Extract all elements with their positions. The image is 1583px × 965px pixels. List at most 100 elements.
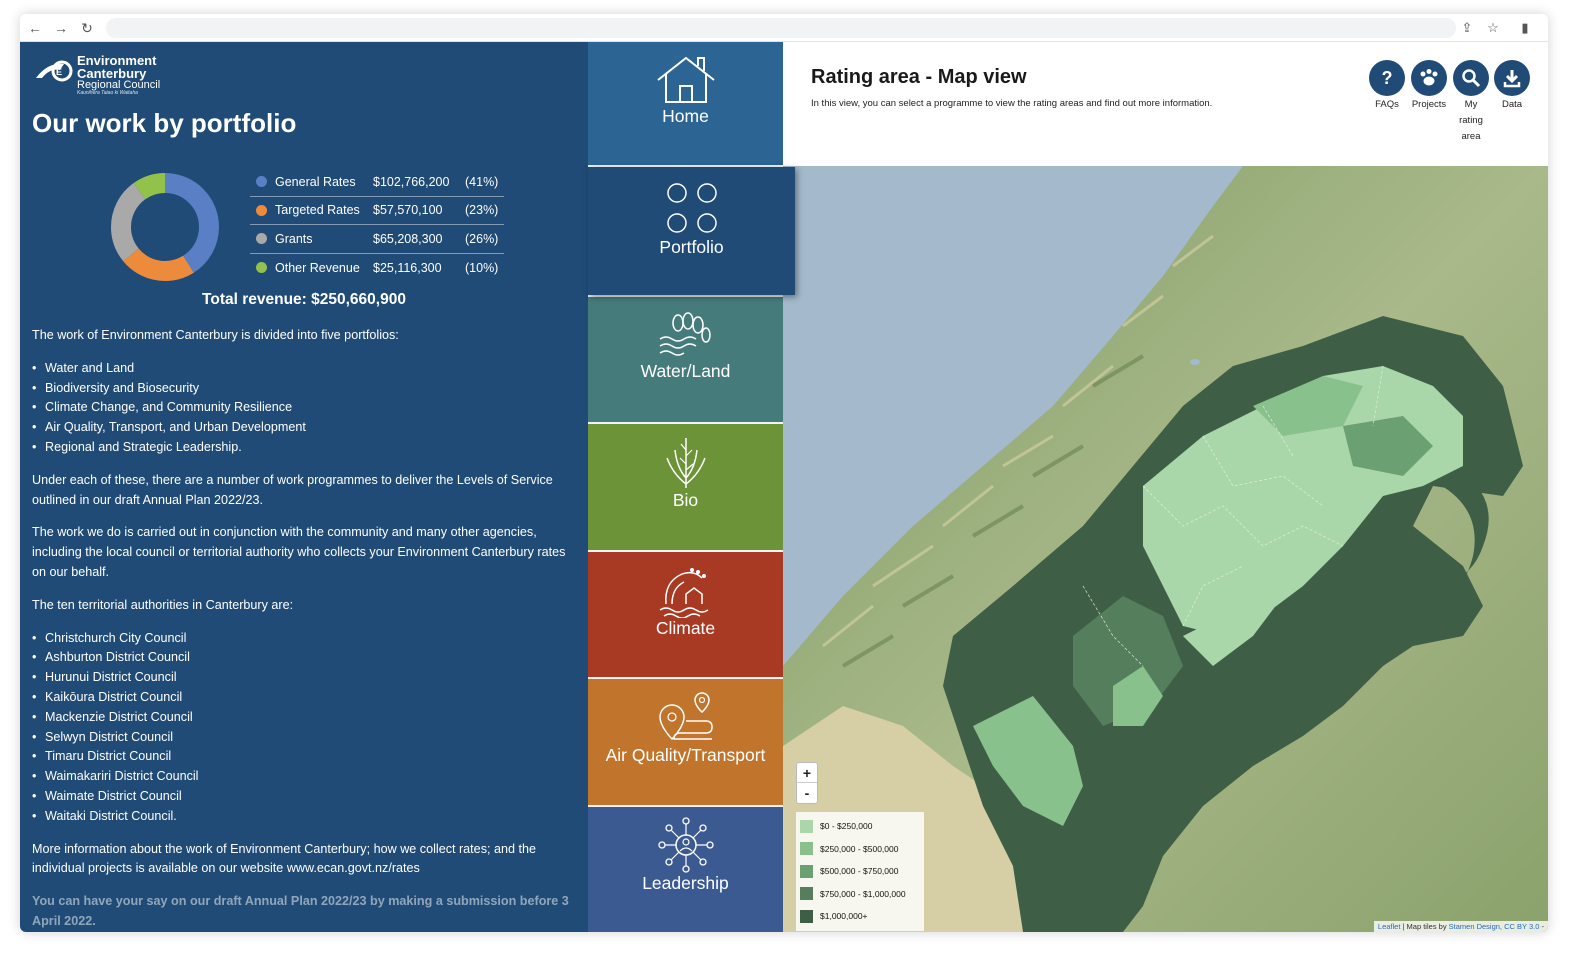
legend-label: $500,000 - $750,000 [820, 866, 899, 877]
portfolio-description: The work of Environment Canterbury is di… [32, 326, 577, 932]
legend-row-general-rates[interactable]: General Rates $102,766,200 (41%) [250, 168, 504, 197]
legend-percent: (26%) [465, 231, 499, 246]
plant-icon [665, 438, 706, 488]
map-attribution: Leaflet | Map tiles by Stamen Design, CC… [1373, 921, 1548, 932]
legend-item: $750,000 - $1,000,000 [800, 883, 920, 906]
button-label: My rating area [1459, 99, 1483, 142]
legend-row-targeted-rates[interactable]: Targeted Rates $57,570,100 (23%) [250, 197, 504, 225]
star-icon[interactable]: ☆ [1484, 19, 1502, 37]
legend-label: $0 - $250,000 [820, 821, 873, 832]
have-your-say-text: You can have your say on our draft Annua… [32, 894, 569, 928]
list-item: Waimate District Council [32, 787, 577, 807]
sidebar-toggle-icon[interactable]: ▮ [1516, 19, 1534, 37]
legend-label: $750,000 - $1,000,000 [820, 888, 906, 899]
legend-item: $500,000 - $750,000 [800, 860, 920, 883]
revenue-legend: General Rates $102,766,200 (41%) Targete… [250, 168, 504, 282]
council-list: Christchurch City Council Ashburton Dist… [32, 629, 577, 827]
logo-swoosh-icon: E [36, 60, 73, 82]
ecan-logo: E Environment Canterbury Regional Counci… [34, 54, 194, 104]
portfolio-panel: E Environment Canterbury Regional Counci… [20, 42, 588, 932]
tile-bio[interactable]: Bio [588, 424, 783, 550]
tile-leadership[interactable]: Leadership [588, 807, 783, 932]
zoom-control: + - [796, 762, 818, 804]
portfolio-list: Water and Land Biodiversity and Biosecur… [32, 359, 577, 458]
tile-label: Air Quality/Transport [605, 745, 766, 765]
legend-percent: (10%) [465, 260, 499, 275]
map-title: Rating area - Map view [811, 66, 1027, 88]
map-header: Rating area - Map view In this view, you… [783, 42, 1548, 166]
legend-label: $250,000 - $500,000 [820, 843, 899, 854]
browser-toolbar: ← → ↻ ⇪ ☆ ▮ [20, 14, 1548, 42]
my-rating-area-button[interactable]: My rating area [1450, 60, 1492, 145]
back-icon[interactable]: ← [26, 19, 44, 37]
faqs-button[interactable]: ? FAQs [1367, 60, 1407, 113]
attribution-end: - [1539, 922, 1544, 931]
download-icon [1494, 60, 1530, 96]
magnifier-icon [1453, 60, 1489, 96]
list-item: Christchurch City Council [32, 629, 577, 649]
legend-amount: $102,766,200 [373, 174, 450, 189]
legend-name: Targeted Rates [275, 203, 360, 218]
rating-area-map[interactable]: + - $0 - $250,000 $250,000 - $500,000 $5… [783, 166, 1548, 932]
svg-text:E: E [56, 67, 62, 77]
legend-dot [256, 204, 267, 216]
data-button[interactable]: Data [1492, 60, 1532, 113]
legend-row-grants[interactable]: Grants $65,208,300 (26%) [250, 225, 504, 254]
legend-swatch [800, 864, 813, 878]
map-legend: $0 - $250,000 $250,000 - $500,000 $500,0… [796, 812, 924, 931]
legend-dot [256, 176, 267, 188]
stamen-link[interactable]: Stamen Design, CC BY 3.0 [1449, 922, 1540, 931]
tile-portfolio[interactable]: Portfolio [588, 167, 795, 295]
reload-icon[interactable]: ↻ [78, 19, 96, 37]
paw-icon [1411, 60, 1447, 96]
map-subtitle: In this view, you can select a programme… [811, 98, 1213, 109]
tile-label: Home [662, 106, 709, 126]
list-item: Waimakariri District Council [32, 767, 577, 787]
share-icon[interactable]: ⇪ [1458, 19, 1476, 37]
network-people-icon [657, 817, 714, 873]
attribution-text: | Map tiles by [1400, 922, 1449, 931]
leaflet-link[interactable]: Leaflet [1378, 922, 1401, 931]
list-item: Waitaki District Council. [32, 807, 577, 827]
list-item: Ashburton District Council [32, 648, 577, 668]
legend-percent: (41%) [465, 174, 499, 189]
list-item: Water and Land [32, 359, 577, 379]
house-icon [656, 56, 715, 103]
intro-text: The work of Environment Canterbury is di… [32, 328, 399, 342]
tile-air-quality-transport[interactable]: Air Quality/Transport [588, 679, 783, 805]
button-label: FAQs [1375, 99, 1399, 110]
tile-home[interactable]: Home [588, 42, 783, 165]
list-item: Regional and Strategic Leadership. [32, 438, 577, 458]
legend-item: $1,000,000+ [800, 905, 920, 928]
logo-line4: Kaunihera Taiao ki Waitaha [77, 90, 138, 96]
list-item: Mackenzie District Council [32, 708, 577, 728]
list-item: Air Quality, Transport, and Urban Develo… [32, 418, 577, 438]
legend-swatch [800, 887, 813, 901]
zoom-in-button[interactable]: + [797, 763, 817, 783]
question-icon: ? [1369, 60, 1405, 96]
projects-button[interactable]: Projects [1409, 60, 1449, 113]
legend-name: Grants [275, 231, 313, 246]
legend-swatch [800, 909, 813, 923]
tile-water-land[interactable]: Water/Land [588, 297, 783, 422]
tile-climate[interactable]: Climate [588, 552, 783, 677]
address-bar[interactable] [106, 18, 1456, 38]
browser-window: ← → ↻ ⇪ ☆ ▮ E Environment Canterbury Reg… [20, 14, 1548, 932]
zoom-out-button[interactable]: - [797, 783, 817, 803]
list-item: Timaru District Council [32, 747, 577, 767]
legend-row-other-revenue[interactable]: Other Revenue $25,116,300 (10%) [250, 254, 504, 283]
legend-swatch [800, 842, 813, 856]
revenue-donut-chart [111, 173, 219, 281]
legend-amount: $65,208,300 [373, 231, 443, 246]
tile-label: Bio [672, 490, 699, 510]
four-circles-icon [666, 183, 717, 233]
total-revenue: Total revenue: $250,660,900 [202, 291, 406, 308]
list-item: Hurunui District Council [32, 668, 577, 688]
portfolio-nav: Home Portfolio Water/Land Bio Climate Ai… [588, 42, 795, 932]
button-label: Projects [1411, 99, 1447, 110]
tile-label: Climate [655, 618, 716, 638]
route-pin-icon [658, 692, 713, 741]
authorities-intro: The ten territorial authorities in Cante… [32, 597, 294, 612]
forward-icon[interactable]: → [52, 19, 70, 37]
legend-name: General Rates [275, 174, 356, 189]
